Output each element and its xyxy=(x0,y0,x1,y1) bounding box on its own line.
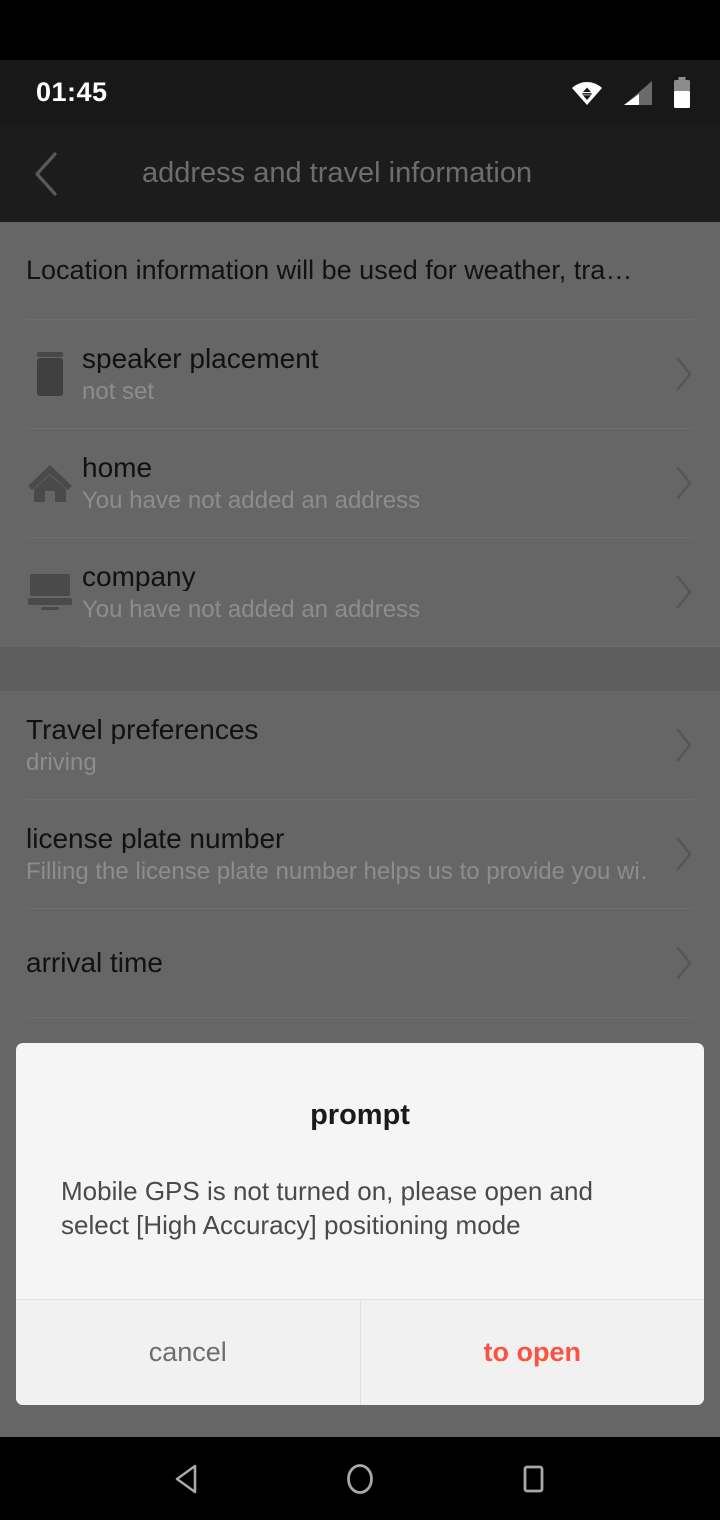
nav-home-button[interactable] xyxy=(315,1437,405,1520)
list-item-arrival-time[interactable]: arrival time xyxy=(0,909,720,1017)
list-item-speaker-placement[interactable]: speaker placement not set xyxy=(0,320,720,428)
triangle-back-icon xyxy=(175,1464,196,1493)
list-item-title: speaker placement xyxy=(82,343,319,374)
chevron-right-icon xyxy=(660,945,694,981)
square-recents-icon xyxy=(523,1465,544,1492)
section-gap xyxy=(0,647,720,691)
list-item-subtitle: You have not added an address xyxy=(82,488,421,514)
dialog-body: prompt Mobile GPS is not turned on, plea… xyxy=(16,1043,704,1299)
monitor-icon xyxy=(22,564,78,620)
list-item-subtitle: not set xyxy=(82,379,155,405)
phone-screen: 01:45 address and travel information Loc… xyxy=(0,0,720,1520)
list-item-text: Travel preferences driving xyxy=(26,715,660,776)
chevron-right-icon xyxy=(660,574,694,610)
list-item-text: company You have not added an address xyxy=(82,562,660,623)
chevron-left-icon xyxy=(35,151,57,196)
list-item-title: company xyxy=(82,561,196,592)
list-item-subtitle: Filling the license plate number helps u… xyxy=(26,859,646,885)
location-info-notice: Location information will be used for we… xyxy=(26,255,633,285)
wifi-icon xyxy=(572,81,602,105)
speaker-icon xyxy=(22,346,78,402)
divider xyxy=(26,1017,694,1018)
list-item-text: speaker placement not set xyxy=(82,344,660,405)
app-bar: address and travel information xyxy=(0,125,720,222)
status-bar: 01:45 xyxy=(0,60,720,125)
nav-back-button[interactable] xyxy=(142,1437,232,1520)
status-clock: 01:45 xyxy=(36,77,108,107)
circle-home-icon xyxy=(347,1463,373,1494)
list-item-title: arrival time xyxy=(26,948,163,978)
battery-icon xyxy=(674,76,690,108)
list-item-text: arrival time xyxy=(26,948,660,977)
dialog-message: Mobile GPS is not turned on, please open… xyxy=(61,1176,593,1241)
system-navigation-bar xyxy=(0,1437,720,1520)
cellular-signal-icon xyxy=(624,80,652,105)
chevron-right-icon xyxy=(660,727,694,763)
top-black-strip xyxy=(0,0,720,60)
list-item-title: home xyxy=(82,452,153,483)
nav-recents-button[interactable] xyxy=(488,1437,578,1520)
dialog-title: prompt xyxy=(310,1099,410,1131)
gps-prompt-dialog: prompt Mobile GPS is not turned on, plea… xyxy=(16,1043,704,1405)
list-item-text: license plate number Filling the license… xyxy=(26,824,660,885)
list-item-company[interactable]: company You have not added an address xyxy=(0,538,720,646)
chevron-right-icon xyxy=(660,465,694,501)
list-item-title: Travel preferences xyxy=(26,714,259,745)
list-item-license-plate-number[interactable]: license plate number Filling the license… xyxy=(0,800,720,908)
cancel-button[interactable]: cancel xyxy=(16,1300,360,1405)
list-item-travel-preferences[interactable]: Travel preferences driving xyxy=(0,691,720,799)
chevron-right-icon xyxy=(660,836,694,872)
status-icons xyxy=(570,76,692,109)
chevron-right-icon xyxy=(660,356,694,392)
dialog-actions: cancel to open xyxy=(16,1299,704,1405)
list-item-subtitle: driving xyxy=(26,750,97,776)
list-item-text: home You have not added an address xyxy=(82,453,660,514)
list-item-title: license plate number xyxy=(26,823,285,854)
home-icon xyxy=(22,455,78,511)
page-title: address and travel information xyxy=(142,157,533,189)
to-open-button[interactable]: to open xyxy=(359,1300,704,1405)
list-item-home[interactable]: home You have not added an address xyxy=(0,429,720,537)
list-item-subtitle: You have not added an address xyxy=(82,597,421,623)
back-button[interactable] xyxy=(0,125,92,222)
